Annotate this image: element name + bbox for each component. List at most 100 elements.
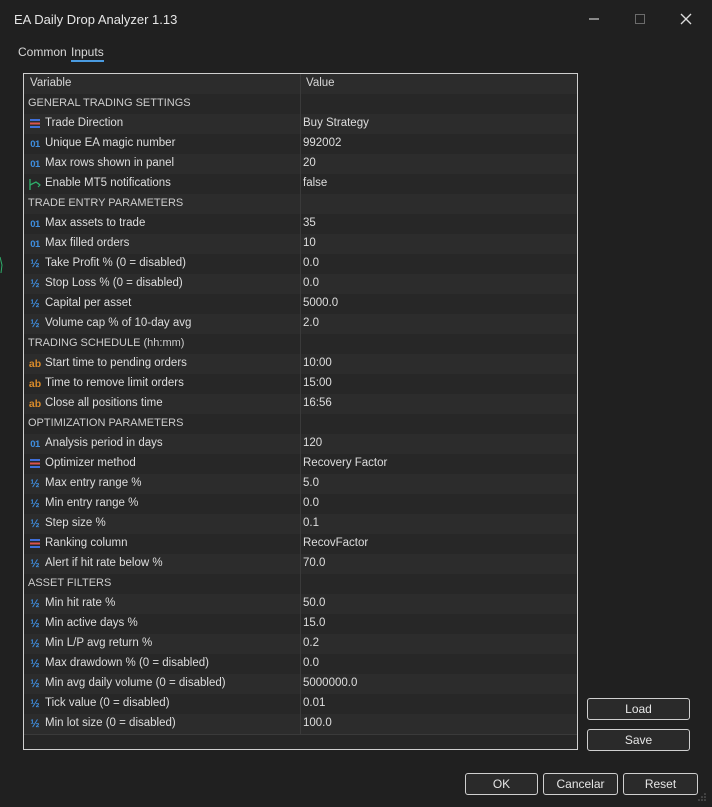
parameter-value[interactable]: 0.01 xyxy=(303,697,325,709)
parameter-value[interactable]: 992002 xyxy=(303,137,341,149)
parameter-value-cell[interactable]: 0.2 xyxy=(303,634,575,654)
parameter-row[interactable]: 01 Unique EA magic number 992002 xyxy=(24,134,577,155)
parameter-value[interactable]: 15.0 xyxy=(303,617,325,629)
minimize-button[interactable] xyxy=(576,6,612,32)
parameter-value[interactable]: 35 xyxy=(303,217,316,229)
parameter-value[interactable]: 0.0 xyxy=(303,257,319,269)
parameter-value[interactable]: 16:56 xyxy=(303,397,332,409)
fraction-icon: ½ xyxy=(30,518,40,530)
parameter-row[interactable]: ½ Take Profit % (0 = disabled) 0.0 xyxy=(24,254,577,275)
parameter-value[interactable]: 20 xyxy=(303,157,316,169)
parameter-row[interactable]: Enable MT5 notifications false xyxy=(24,174,577,195)
parameter-value[interactable]: 5000.0 xyxy=(303,297,338,309)
parameter-value[interactable]: Recovery Factor xyxy=(303,457,387,469)
parameter-value[interactable]: 2.0 xyxy=(303,317,319,329)
parameter-value-cell[interactable]: 35 xyxy=(303,214,575,234)
parameter-value-cell[interactable]: 70.0 xyxy=(303,554,575,574)
parameter-value-cell[interactable]: RecovFactor xyxy=(303,534,575,554)
parameter-row[interactable]: Trade Direction Buy Strategy xyxy=(24,114,577,135)
parameter-value[interactable]: 5000000.0 xyxy=(303,677,357,689)
parameter-row[interactable]: Optimizer method Recovery Factor xyxy=(24,454,577,475)
parameter-value-cell[interactable]: 992002 xyxy=(303,134,575,154)
parameter-value[interactable]: 0.1 xyxy=(303,517,319,529)
parameter-value-cell[interactable]: 2.0 xyxy=(303,314,575,334)
parameter-value-cell[interactable]: 5.0 xyxy=(303,474,575,494)
parameter-row[interactable]: ½ Max entry range % 5.0 xyxy=(24,474,577,495)
parameter-row[interactable]: ½ Min hit rate % 50.0 xyxy=(24,594,577,615)
close-button[interactable] xyxy=(668,6,704,32)
parameter-row[interactable]: ½ Stop Loss % (0 = disabled) 0.0 xyxy=(24,274,577,295)
save-button[interactable]: Save xyxy=(587,729,690,751)
parameter-row[interactable]: ½ Alert if hit rate below % 70.0 xyxy=(24,554,577,575)
parameter-value-cell[interactable]: 120 xyxy=(303,434,575,454)
parameter-value-cell[interactable]: 5000000.0 xyxy=(303,674,575,694)
parameter-value[interactable]: 0.0 xyxy=(303,497,319,509)
parameter-value[interactable]: 100.0 xyxy=(303,717,332,729)
parameter-row[interactable]: ½ Step size % 0.1 xyxy=(24,514,577,535)
parameter-row[interactable]: 01 Analysis period in days 120 xyxy=(24,434,577,455)
parameter-row[interactable]: Ranking column RecovFactor xyxy=(24,534,577,555)
parameter-value-cell[interactable]: 0.0 xyxy=(303,654,575,674)
parameter-value-cell[interactable]: 0.1 xyxy=(303,514,575,534)
parameter-row[interactable]: ½ Min avg daily volume (0 = disabled) 5000… xyxy=(24,674,577,695)
parameter-name: Take Profit % (0 = disabled) xyxy=(45,257,186,269)
parameter-value[interactable]: 0.0 xyxy=(303,277,319,289)
parameter-value-cell[interactable]: 0.01 xyxy=(303,694,575,714)
parameter-row[interactable]: ab Close all positions time 16:56 xyxy=(24,394,577,415)
parameter-value[interactable]: 10:00 xyxy=(303,357,332,369)
parameter-row[interactable]: ½ Tick value (0 = disabled) 0.01 xyxy=(24,694,577,715)
cancel-button[interactable]: Cancelar xyxy=(543,773,618,795)
resize-grip-icon[interactable] xyxy=(697,792,707,802)
parameter-row[interactable]: ab Time to remove limit orders 15:00 xyxy=(24,374,577,395)
parameter-value-cell[interactable]: 0.0 xyxy=(303,254,575,274)
parameter-value[interactable]: false xyxy=(303,177,327,189)
parameter-row[interactable]: 01 Max assets to trade 35 xyxy=(24,214,577,235)
title-bar[interactable]: EA Daily Drop Analyzer 1.13 xyxy=(0,0,712,38)
parameter-value[interactable]: 50.0 xyxy=(303,597,325,609)
parameter-row[interactable]: ab Start time to pending orders 10:00 xyxy=(24,354,577,375)
parameter-value-cell[interactable]: 5000.0 xyxy=(303,294,575,314)
parameter-value-cell[interactable]: 16:56 xyxy=(303,394,575,414)
load-button[interactable]: Load xyxy=(587,698,690,720)
parameter-value[interactable]: 120 xyxy=(303,437,322,449)
parameter-value-cell[interactable]: Recovery Factor xyxy=(303,454,575,474)
tab-inputs[interactable]: Inputs xyxy=(71,45,104,59)
parameter-value-cell[interactable]: false xyxy=(303,174,575,194)
parameter-value[interactable]: 0.2 xyxy=(303,637,319,649)
parameter-value[interactable]: 0.0 xyxy=(303,657,319,669)
parameter-row[interactable]: ½ Min entry range % 0.0 xyxy=(24,494,577,515)
parameter-row[interactable]: ½ Volume cap % of 10-day avg 2.0 xyxy=(24,314,577,335)
parameter-name: Max entry range % xyxy=(45,477,142,489)
parameter-value[interactable]: 5.0 xyxy=(303,477,319,489)
reset-button[interactable]: Reset xyxy=(623,773,698,795)
parameter-value[interactable]: RecovFactor xyxy=(303,537,368,549)
parameter-value-cell[interactable]: 0.0 xyxy=(303,494,575,514)
parameter-value-cell[interactable]: 10 xyxy=(303,234,575,254)
inputs-table[interactable]: Variable Value GENERAL TRADING SETTINGS T… xyxy=(23,73,578,750)
parameter-row[interactable]: ½ Min L/P avg return % 0.2 xyxy=(24,634,577,655)
parameter-row[interactable]: 01 Max rows shown in panel 20 xyxy=(24,154,577,175)
parameter-value[interactable]: 10 xyxy=(303,237,316,249)
parameter-value-cell[interactable]: 15:00 xyxy=(303,374,575,394)
parameter-value-cell[interactable]: 20 xyxy=(303,154,575,174)
parameter-value-cell[interactable]: 15.0 xyxy=(303,614,575,634)
parameter-value-cell[interactable]: 10:00 xyxy=(303,354,575,374)
parameter-value-cell[interactable]: 100.0 xyxy=(303,714,575,734)
parameter-value-cell[interactable]: Buy Strategy xyxy=(303,114,575,134)
parameter-row[interactable]: ½ Min active days % 15.0 xyxy=(24,614,577,635)
ok-button[interactable]: OK xyxy=(465,773,538,795)
parameter-value[interactable]: Buy Strategy xyxy=(303,117,369,129)
parameter-name: Time to remove limit orders xyxy=(45,377,184,389)
parameter-row[interactable]: ½ Max drawdown % (0 = disabled) 0.0 xyxy=(24,654,577,675)
maximize-button[interactable] xyxy=(622,6,658,32)
fraction-icon: ½ xyxy=(30,258,40,270)
parameter-value[interactable]: 70.0 xyxy=(303,557,325,569)
parameter-value-cell[interactable]: 0.0 xyxy=(303,274,575,294)
parameter-value-cell[interactable]: 50.0 xyxy=(303,594,575,614)
parameter-name-cell: ½ Min entry range % xyxy=(24,494,301,514)
parameter-row[interactable]: ½ Min lot size (0 = disabled) 100.0 xyxy=(24,714,577,735)
tab-common[interactable]: Common xyxy=(18,45,67,59)
parameter-row[interactable]: ½ Capital per asset 5000.0 xyxy=(24,294,577,315)
parameter-row[interactable]: 01 Max filled orders 10 xyxy=(24,234,577,255)
parameter-value[interactable]: 15:00 xyxy=(303,377,332,389)
